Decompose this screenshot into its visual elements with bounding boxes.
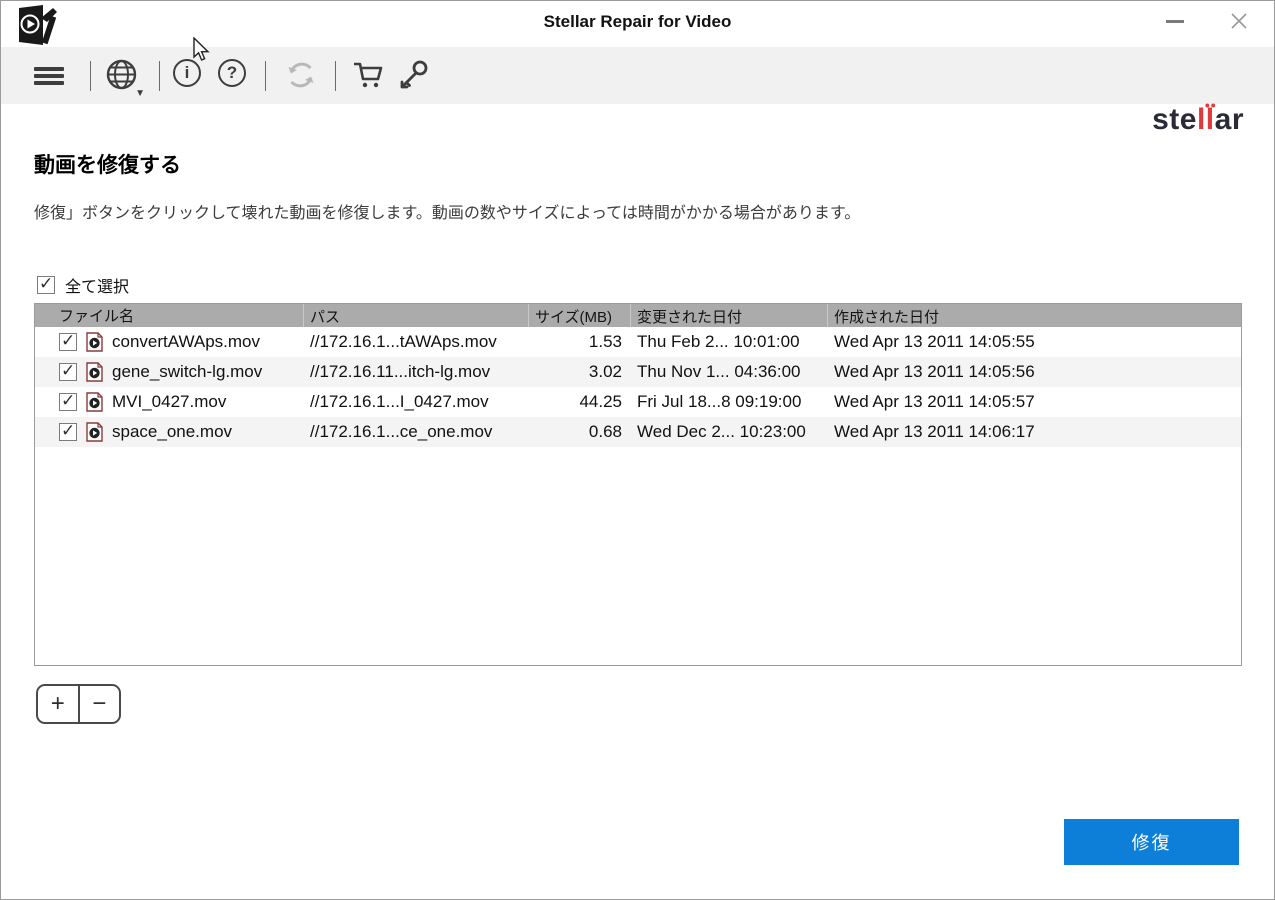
file-created-date: Wed Apr 13 2011 14:05:55 xyxy=(828,332,1241,352)
file-modified-date: Fri Jul 18...8 09:19:00 xyxy=(631,392,828,412)
file-modified-date: Thu Nov 1... 04:36:00 xyxy=(631,362,828,382)
file-list-controls: + − xyxy=(36,684,121,724)
file-path: //172.16.1...ce_one.mov xyxy=(304,422,529,442)
row-checkbox[interactable] xyxy=(59,423,77,441)
mouse-cursor xyxy=(192,37,212,68)
logo-dots: •• xyxy=(1205,97,1217,113)
table-header: ファイル名 パス サイズ(MB) 変更された日付 作成された日付 xyxy=(35,304,1241,327)
file-created-date: Wed Apr 13 2011 14:05:57 xyxy=(828,392,1241,412)
file-name: MVI_0427.mov xyxy=(112,392,226,412)
toolbar-divider xyxy=(159,61,160,91)
file-name: convertAWAps.mov xyxy=(112,332,260,352)
select-all-checkbox[interactable]: 全て選択 xyxy=(37,273,129,297)
table-row[interactable]: gene_switch-lg.mov //172.16.11...itch-lg… xyxy=(35,357,1241,387)
close-icon xyxy=(1231,13,1247,29)
file-table: ファイル名 パス サイズ(MB) 変更された日付 作成された日付 xyxy=(34,303,1242,666)
window-title: Stellar Repair for Video xyxy=(1,12,1274,32)
table-body: convertAWAps.mov //172.16.1...tAWAps.mov… xyxy=(35,327,1241,447)
row-checkbox[interactable] xyxy=(59,393,77,411)
column-header-created[interactable]: 作成された日付 xyxy=(828,304,1241,327)
row-checkbox[interactable] xyxy=(59,333,77,351)
chevron-down-icon: ▼ xyxy=(135,88,145,99)
video-file-icon xyxy=(86,392,103,412)
column-header-path[interactable]: パス xyxy=(304,304,529,327)
file-name: gene_switch-lg.mov xyxy=(112,362,262,382)
language-globe-icon[interactable]: ▼ xyxy=(106,59,137,95)
file-path: //172.16.11...itch-lg.mov xyxy=(304,362,529,382)
stellar-logo: stell••ar xyxy=(1152,103,1244,137)
file-size: 3.02 xyxy=(529,362,631,382)
table-row[interactable]: convertAWAps.mov //172.16.1...tAWAps.mov… xyxy=(35,327,1241,357)
file-modified-date: Wed Dec 2... 10:23:00 xyxy=(631,422,828,442)
file-created-date: Wed Apr 13 2011 14:06:17 xyxy=(828,422,1241,442)
file-created-date: Wed Apr 13 2011 14:05:56 xyxy=(828,362,1241,382)
checkbox-icon[interactable] xyxy=(37,276,55,294)
video-file-icon xyxy=(86,422,103,442)
file-path: //172.16.1...tAWAps.mov xyxy=(304,332,529,352)
add-file-button[interactable]: + xyxy=(38,686,80,722)
file-size: 0.68 xyxy=(529,422,631,442)
minimize-button[interactable] xyxy=(1152,1,1198,41)
help-icon[interactable]: ? xyxy=(218,59,246,87)
refresh-icon xyxy=(285,59,317,91)
menu-icon[interactable] xyxy=(34,64,64,88)
table-row[interactable]: MVI_0427.mov //172.16.1...I_0427.mov 44.… xyxy=(35,387,1241,417)
table-row[interactable]: space_one.mov //172.16.1...ce_one.mov 0.… xyxy=(35,417,1241,447)
video-file-icon xyxy=(86,362,103,382)
column-header-filename[interactable]: ファイル名 xyxy=(35,304,304,327)
file-name: space_one.mov xyxy=(112,422,232,442)
repair-button[interactable]: 修復 xyxy=(1064,819,1239,865)
toolbar-divider xyxy=(90,61,91,91)
page-title: 動画を修復する xyxy=(34,149,181,179)
column-header-size[interactable]: サイズ(MB) xyxy=(529,304,631,327)
video-file-icon xyxy=(86,332,103,352)
toolbar-divider xyxy=(265,61,266,91)
select-all-label: 全て選択 xyxy=(65,273,129,297)
close-button[interactable] xyxy=(1216,1,1262,41)
toolbar-divider xyxy=(335,61,336,91)
page-description: 修復」ボタンをクリックして壊れた動画を修復します。動画の数やサイズによっては時間… xyxy=(34,199,860,223)
cart-icon[interactable] xyxy=(352,59,383,90)
app-window: { "window": { "title": "Stellar Repair f… xyxy=(0,0,1275,900)
column-header-modified[interactable]: 変更された日付 xyxy=(631,304,828,327)
row-checkbox[interactable] xyxy=(59,363,77,381)
file-path: //172.16.1...I_0427.mov xyxy=(304,392,529,412)
file-size: 44.25 xyxy=(529,392,631,412)
file-modified-date: Thu Feb 2... 10:01:00 xyxy=(631,332,828,352)
file-size: 1.53 xyxy=(529,332,631,352)
activation-key-icon[interactable] xyxy=(396,59,429,92)
remove-file-button[interactable]: − xyxy=(80,686,120,722)
